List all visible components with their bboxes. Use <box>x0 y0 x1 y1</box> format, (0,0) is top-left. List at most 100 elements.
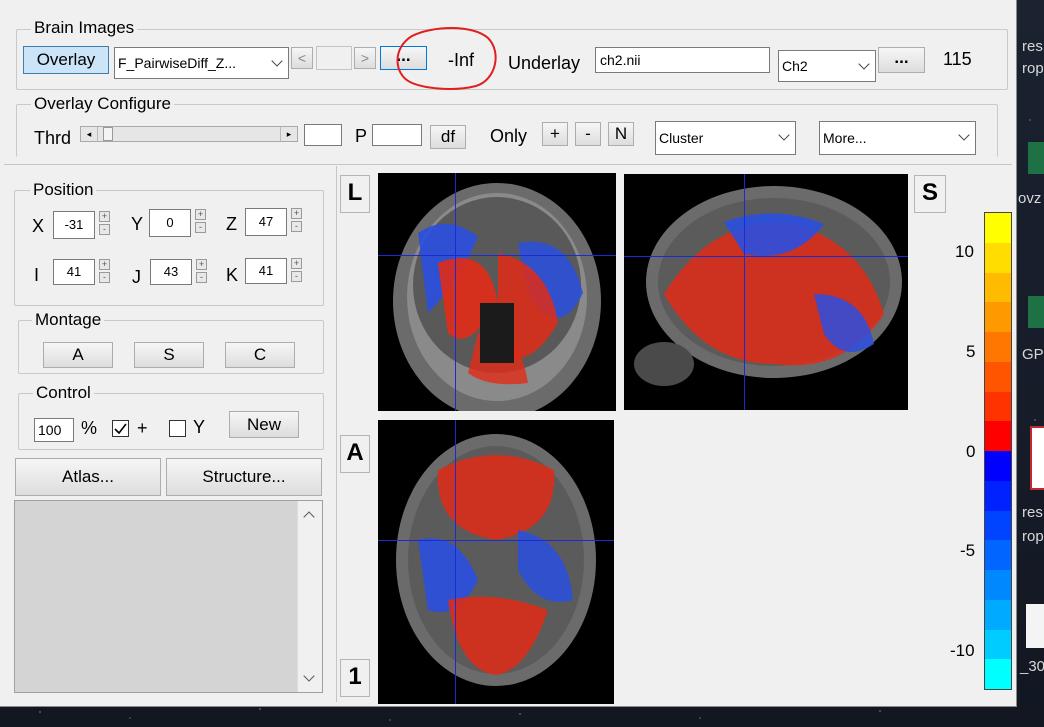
colorbar-tick-0: 0 <box>966 442 976 461</box>
z-coordinate-field[interactable]: 47 <box>245 208 287 236</box>
sagittal-brain-view[interactable] <box>624 174 908 410</box>
axial-brain-image <box>396 434 596 686</box>
only-plus-button[interactable]: + <box>542 122 568 146</box>
montage-c-button[interactable]: C <box>225 342 295 368</box>
colorbar-segment <box>985 480 1011 511</box>
chevron-down-icon <box>775 122 795 154</box>
z-spinner[interactable]: + - <box>291 208 302 232</box>
j-label: J <box>132 267 141 287</box>
prev-overlay-button[interactable]: < <box>291 47 313 69</box>
side-text-2: rop <box>1022 60 1044 77</box>
axial-view-label[interactable]: A <box>340 435 370 473</box>
colorbar-segment <box>985 213 1011 243</box>
crosshair-checkbox[interactable] <box>112 420 129 437</box>
slider-right-arrow[interactable]: ▸ <box>280 127 297 141</box>
underlay-file-field[interactable]: ch2.nii <box>595 47 770 73</box>
colorbar-segment <box>985 570 1011 600</box>
only-label: Only <box>490 126 528 146</box>
chevron-down-icon <box>855 51 875 81</box>
chevron-down-icon[interactable] <box>303 670 315 682</box>
threshold-slider[interactable]: ◂ ▸ <box>80 126 298 142</box>
control-title: Control <box>33 384 94 402</box>
x-label: X <box>32 216 45 236</box>
zoom-field[interactable]: 100 <box>34 418 74 442</box>
sagittal-view-label[interactable]: S <box>914 175 946 213</box>
info-listbox[interactable] <box>14 500 323 693</box>
overlay-button[interactable]: Overlay <box>23 46 109 74</box>
i-index-field[interactable]: 41 <box>53 259 95 285</box>
k-index-field[interactable]: 41 <box>245 258 287 284</box>
structure-button[interactable]: Structure... <box>166 458 322 496</box>
next-overlay-button[interactable]: > <box>354 47 376 69</box>
underlay-select[interactable]: Ch2 <box>778 50 876 82</box>
y-flip-label: Y <box>193 417 206 437</box>
chevron-down-icon <box>268 48 288 78</box>
colorbar-segment <box>985 302 1011 332</box>
x-coordinate-field[interactable]: -31 <box>53 211 95 239</box>
colorbar-tick-10: 10 <box>955 242 974 261</box>
df-button[interactable]: df <box>430 125 466 149</box>
threshold-value-field[interactable] <box>304 124 342 146</box>
colorbar-tick-5: 5 <box>966 342 976 361</box>
underlay-browse-button[interactable]: ... <box>878 47 925 73</box>
j-index-field[interactable]: 43 <box>150 259 192 285</box>
overlay-file-value: F_PairwiseDiff_Z... <box>118 55 236 71</box>
i-spinner[interactable]: + - <box>99 259 110 283</box>
more-select[interactable]: More... <box>819 121 976 155</box>
coronal-crosshair-vertical <box>455 173 456 411</box>
z-label: Z <box>226 214 237 234</box>
cluster-select[interactable]: Cluster <box>655 121 796 155</box>
panel-separator <box>4 164 1012 165</box>
side-text-4: GP <box>1022 346 1044 363</box>
y-spinner[interactable]: + - <box>195 209 206 233</box>
underlay-select-value: Ch2 <box>782 58 808 74</box>
excel-icon[interactable] <box>1028 142 1044 174</box>
new-button[interactable]: New <box>229 411 299 438</box>
atlas-button[interactable]: Atlas... <box>15 458 161 496</box>
coronal-view-label[interactable]: L <box>340 175 370 213</box>
axial-brain-view[interactable] <box>378 420 614 704</box>
thrd-label: Thrd <box>34 128 72 148</box>
overlay-file-select[interactable]: F_PairwiseDiff_Z... <box>114 47 289 79</box>
colorbar <box>984 212 1012 690</box>
colorbar-segment <box>985 510 1011 541</box>
colorbar-tick-neg5: -5 <box>960 541 976 560</box>
x-spinner[interactable]: + - <box>99 211 110 235</box>
colorbar-segment <box>985 242 1011 273</box>
side-text-6: rop <box>1022 528 1044 545</box>
sagittal-crosshair-vertical <box>744 174 745 410</box>
y-flip-checkbox[interactable] <box>169 420 186 437</box>
j-spinner[interactable]: + - <box>196 259 207 283</box>
p-value-field[interactable] <box>372 124 422 146</box>
chevron-up-icon[interactable] <box>303 511 315 523</box>
overlay-index-field[interactable] <box>316 46 352 70</box>
slider-thumb[interactable] <box>103 127 113 141</box>
pdf-icon[interactable] <box>1030 426 1044 490</box>
file-icon[interactable] <box>1026 604 1044 648</box>
coronal-brain-image <box>393 183 601 411</box>
montage-a-button[interactable]: A <box>43 342 113 368</box>
sagittal-crosshair-horizontal <box>624 256 908 257</box>
montage-s-button[interactable]: S <box>134 342 204 368</box>
coronal-brain-view[interactable] <box>378 173 616 411</box>
p-label: P <box>355 126 368 146</box>
check-icon <box>114 423 127 435</box>
only-n-button[interactable]: N <box>608 122 634 146</box>
colorbar-segment <box>985 629 1011 660</box>
y-coordinate-field[interactable]: 0 <box>149 209 191 237</box>
k-label: K <box>226 265 239 285</box>
listbox-scrollbar[interactable] <box>297 501 322 692</box>
colorbar-segment <box>985 332 1011 362</box>
crosshair-label: + <box>137 418 148 438</box>
colorbar-segment <box>985 599 1011 630</box>
sagittal-brain-image <box>634 186 902 386</box>
side-text-3: ovz <box>1018 190 1042 207</box>
colorbar-tick-neg10: -10 <box>950 641 975 660</box>
excel-icon[interactable] <box>1028 296 1044 328</box>
colorbar-segment <box>985 391 1011 422</box>
slider-left-arrow[interactable]: ◂ <box>81 127 98 141</box>
side-text-7: _30 <box>1020 658 1044 675</box>
k-spinner[interactable]: + - <box>291 258 302 282</box>
slice-index-label[interactable]: 1 <box>340 659 370 697</box>
only-minus-button[interactable]: - <box>575 122 601 146</box>
